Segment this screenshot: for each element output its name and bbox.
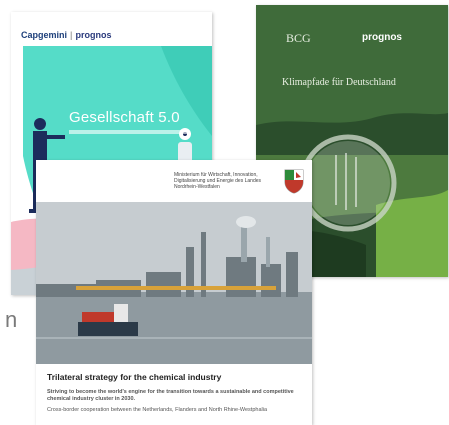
partial-heading-text: n xyxy=(5,307,18,332)
cover-brand-line: Capgemini | prognos xyxy=(21,30,112,40)
cover-title: Trilateral strategy for the chemical ind… xyxy=(47,372,222,382)
cover-title: Klimapfade für Deutschland xyxy=(282,77,396,88)
bcg-logo: BCG xyxy=(286,31,311,45)
ministry-label: Ministerium für Wirtschaft, Innovation, … xyxy=(174,172,262,190)
cover-description: Cross-border cooperation between the Net… xyxy=(47,407,268,413)
cover-subtitle: Striving to become the world's engine fo… xyxy=(47,389,294,402)
prognos-logo: prognos xyxy=(362,32,402,43)
capgemini-logo: Capgemini xyxy=(21,30,68,40)
report-cover-trilateral[interactable]: Ministerium für Wirtschaft, Innovation, … xyxy=(36,160,312,425)
industrial-river-photo xyxy=(36,202,312,364)
cover-subtitle-bar xyxy=(69,130,189,134)
prognos-logo: prognos xyxy=(75,30,112,40)
nrw-coat-of-arms-icon xyxy=(284,169,304,194)
cover-title: Gesellschaft 5.0 xyxy=(69,109,180,126)
brand-separator: | xyxy=(70,30,73,40)
